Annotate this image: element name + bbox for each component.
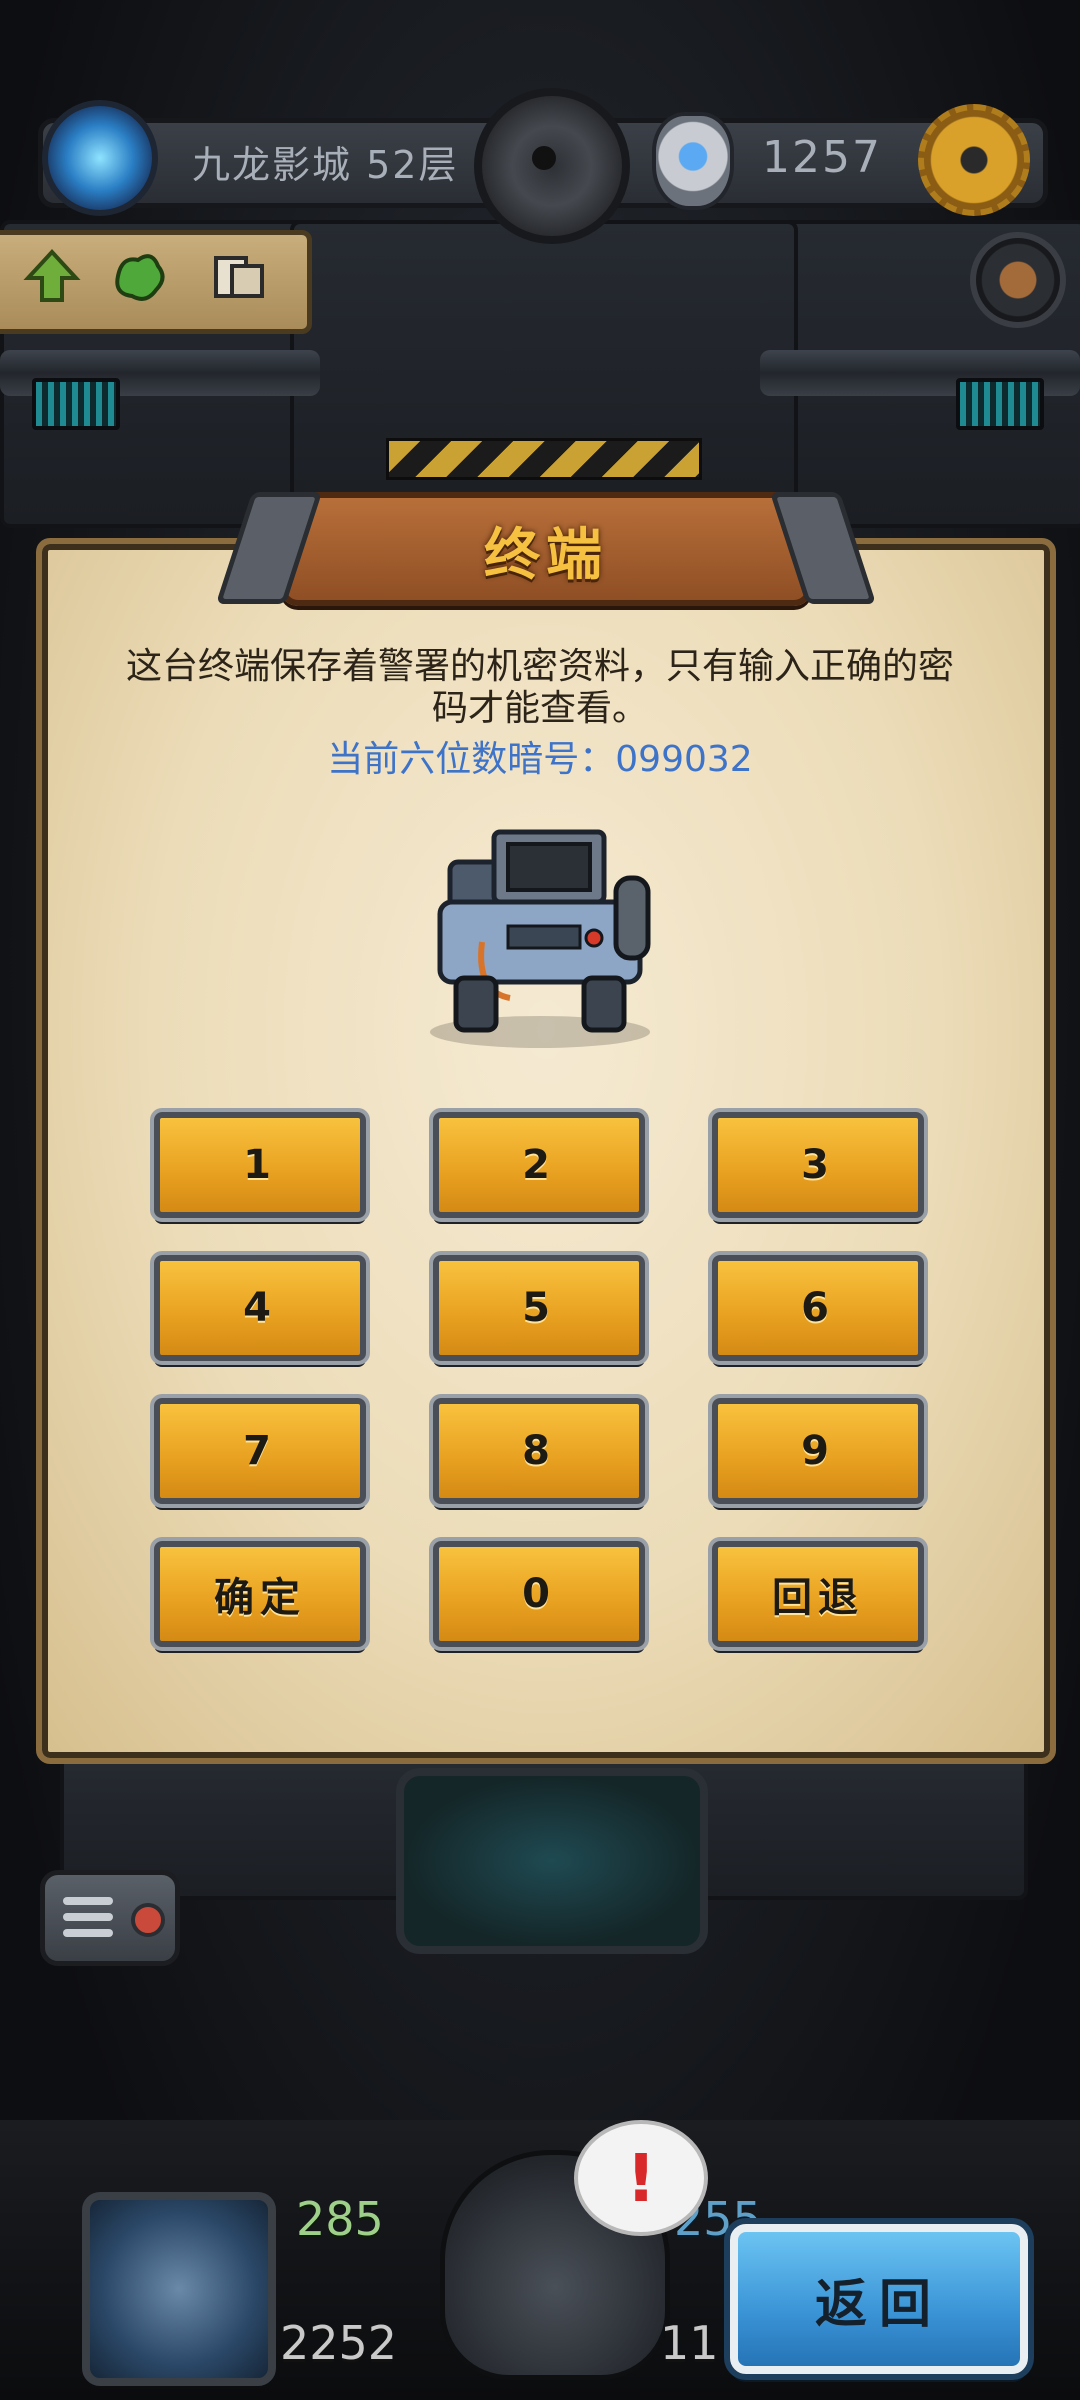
enemy-value-b: 11 (660, 2316, 719, 2370)
key-8[interactable]: 8 (433, 1398, 645, 1504)
terminal-machine-image (420, 822, 660, 1052)
map-splat-icon[interactable] (108, 246, 168, 306)
menu-icon[interactable] (40, 1870, 180, 1966)
hero-attack: 2252 (280, 2316, 398, 2370)
key-6[interactable]: 6 (712, 1255, 924, 1361)
key-0[interactable]: 0 (433, 1541, 645, 1647)
portal-icon[interactable] (42, 100, 158, 216)
door-frame (290, 220, 798, 528)
hazard-stripe-top (386, 438, 702, 480)
key-9[interactable]: 9 (712, 1398, 924, 1504)
gem-icon (652, 112, 734, 210)
key-3[interactable]: 3 (712, 1112, 924, 1218)
key-7[interactable]: 7 (154, 1398, 366, 1504)
key-5[interactable]: 5 (433, 1255, 645, 1361)
dialog-title: 终端 (484, 523, 608, 588)
documents-icon[interactable] (208, 246, 268, 306)
hero-hp: 285 (296, 2192, 384, 2246)
vent-right (956, 378, 1044, 430)
key-1[interactable]: 1 (154, 1112, 366, 1218)
floor-label: 九龙影城 52层 (192, 143, 459, 187)
back-button[interactable]: 返回 (730, 2224, 1028, 2374)
vent-left (32, 378, 120, 430)
code-hint: 当前六位数暗号：099032 (327, 739, 753, 780)
settings-icon[interactable] (918, 104, 1030, 216)
gauge-icon[interactable] (970, 232, 1066, 328)
arrow-up-icon[interactable] (22, 246, 82, 306)
dialog-description: 这台终端保存着警署的机密资料，只有输入正确的密码才能查看。 (125, 646, 954, 729)
confirm-button[interactable]: 确定 (154, 1541, 366, 1647)
console-screen (396, 1768, 708, 1954)
key-4[interactable]: 4 (154, 1255, 366, 1361)
alert-bubble[interactable]: ! (574, 2120, 708, 2236)
backspace-button[interactable]: 回退 (712, 1541, 924, 1647)
gear-icon (474, 88, 630, 244)
hero-portrait[interactable] (82, 2192, 276, 2386)
gem-count: 1257 (762, 132, 882, 183)
key-2[interactable]: 2 (433, 1112, 645, 1218)
